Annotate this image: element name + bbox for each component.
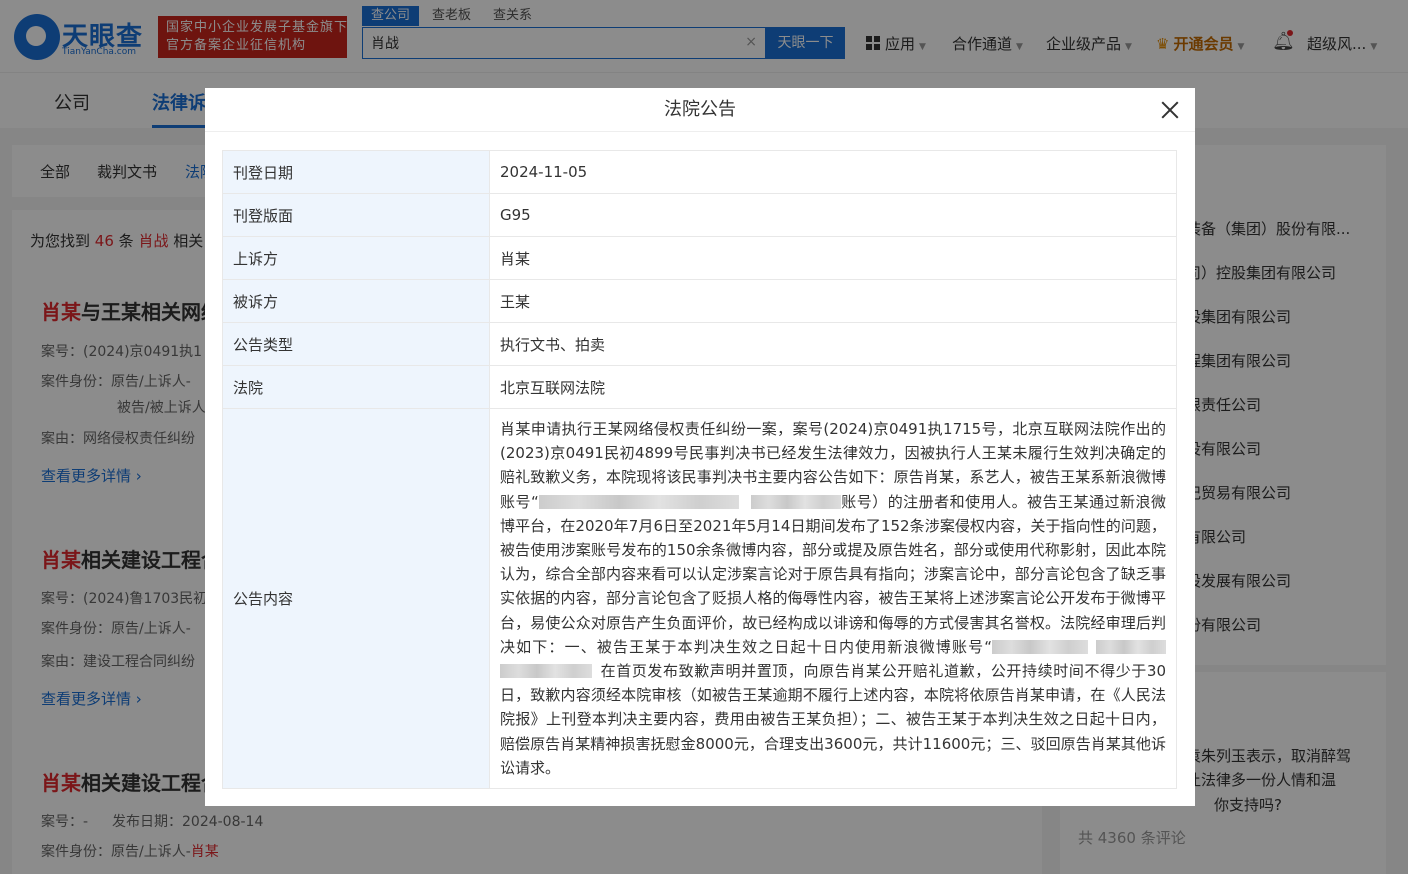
table-row: 刊登版面 G95 [222,193,1177,237]
field-label: 法院 [222,365,490,409]
redacted-account [538,494,739,509]
redacted-account [750,494,841,509]
table-row: 上诉方 肖某 [222,236,1177,280]
field-label: 上诉方 [222,236,490,280]
redacted-account [500,664,592,679]
close-icon[interactable] [1159,99,1181,121]
field-label: 刊登日期 [222,150,490,194]
notice-content: 肖某申请执行王某网络侵权责任纠纷一案，案号(2024)京0491执1715号，北… [489,407,1177,790]
notice-content-part: 在首页发布致歉声明并置顶，向原告肖某公开赔礼道歉，公开持续时间不得少于30日，致… [500,662,1166,777]
page-value: G95 [489,193,1177,237]
notice-detail-table: 刊登日期 2024-11-05 刊登版面 G95 上诉方 肖某 被诉方 王某 公… [222,150,1177,790]
publish-date-value: 2024-11-05 [489,150,1177,194]
table-row: 法院 北京互联网法院 [222,365,1177,409]
redacted-account [1096,639,1166,654]
court-value: 北京互联网法院 [489,365,1177,409]
field-label: 被诉方 [222,279,490,323]
table-row: 刊登日期 2024-11-05 [222,150,1177,194]
field-label: 公告内容 [222,407,490,790]
modal-title: 法院公告 [205,88,1195,132]
notice-type-value: 执行文书、拍卖 [489,322,1177,366]
notice-content-part: 账号）的注册者和使用人。被告王某通过新浪微博平台，在2020年7月6日至2021… [500,492,1166,656]
appellant-value: 肖某 [489,236,1177,280]
redacted-account [992,639,1088,654]
field-label: 刊登版面 [222,193,490,237]
respondent-value: 王某 [489,279,1177,323]
field-label: 公告类型 [222,322,490,366]
court-notice-modal: 法院公告 刊登日期 2024-11-05 刊登版面 G95 上诉方 肖某 被诉方… [205,88,1195,806]
table-row: 被诉方 王某 [222,279,1177,323]
table-row: 公告类型 执行文书、拍卖 [222,322,1177,366]
table-row: 公告内容 肖某申请执行王某网络侵权责任纠纷一案，案号(2024)京0491执17… [222,407,1177,790]
